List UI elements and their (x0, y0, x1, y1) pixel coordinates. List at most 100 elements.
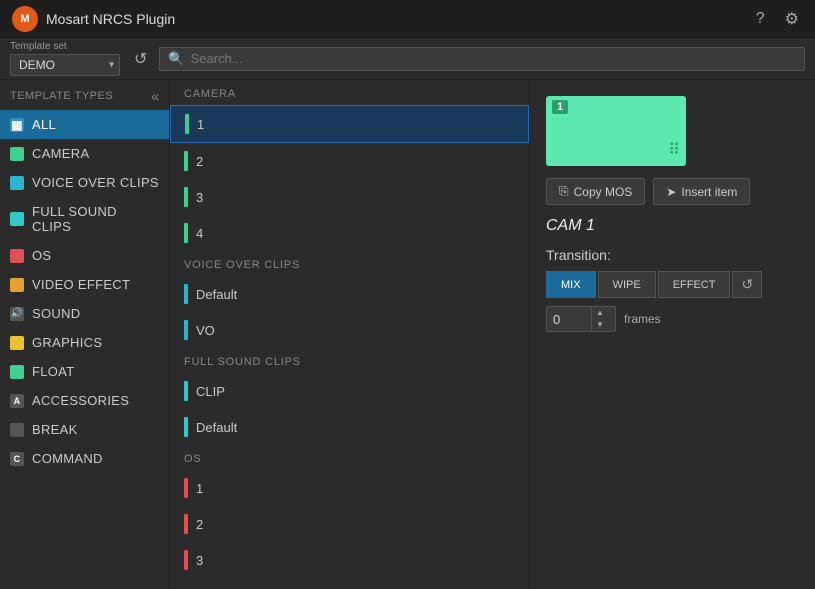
frames-input[interactable]: 0 (547, 309, 591, 330)
sidebar-color-dot (10, 147, 24, 161)
demo-select-wrapper: DEMO ▾ (10, 54, 120, 76)
refresh-button[interactable]: ↺ (130, 45, 151, 73)
preview-grid-icon: ⠿ (668, 140, 680, 160)
sidebar-collapse-button[interactable]: « (151, 88, 159, 104)
sidebar-color-dot: ▦ (10, 118, 24, 132)
title-bar: M Mosart NRCS Plugin ? ⚙ (0, 0, 815, 38)
category-header-full_sound_clips: FULL SOUND CLIPS (170, 348, 529, 373)
sidebar-color-dot (10, 423, 24, 437)
template-color-bar (184, 187, 188, 207)
sidebar-color-dot (10, 212, 24, 226)
help-button[interactable]: ? (752, 5, 769, 33)
transition-buttons: MIX WIPE EFFECT ↺ (546, 271, 799, 298)
title-bar-left: M Mosart NRCS Plugin (12, 6, 175, 32)
template-item[interactable]: 2 (170, 143, 529, 179)
template-item[interactable]: Default (170, 276, 529, 312)
template-item-label: 2 (196, 517, 203, 532)
sidebar-item-accessories[interactable]: AACCESSORIES (0, 386, 169, 415)
category-header-os: OS (170, 445, 529, 470)
search-input[interactable] (191, 51, 796, 66)
search-container: 🔍 (159, 47, 805, 71)
template-set-label: Template set (10, 41, 120, 52)
template-item[interactable]: 4 (170, 215, 529, 251)
template-color-bar (184, 284, 188, 304)
frames-down-button[interactable]: ▼ (592, 319, 608, 331)
sidebar-item-float[interactable]: FLOAT (0, 357, 169, 386)
sidebar-item-voice_over_clips[interactable]: VOICE OVER CLIPS (0, 168, 169, 197)
template-color-bar (184, 320, 188, 340)
preview-card: 1 ⠿ (546, 96, 686, 166)
template-item-label: 1 (196, 481, 203, 496)
toolbar: Template set DEMO ▾ ↺ 🔍 (0, 38, 815, 80)
frames-row: 0 ▲ ▼ frames (546, 306, 799, 332)
template-color-bar (184, 381, 188, 401)
copy-mos-label: Copy MOS (574, 185, 633, 199)
sidebar-item-graphics[interactable]: GRAPHICS (0, 328, 169, 357)
template-item[interactable]: Default (170, 409, 529, 445)
template-item[interactable]: 1 (170, 105, 529, 143)
frames-unit: frames (624, 312, 661, 326)
template-item-label: VO (196, 323, 215, 338)
sidebar-title: Template Types (10, 90, 113, 102)
transition-section: Transition: MIX WIPE EFFECT ↺ 0 ▲ ▼ fram… (546, 247, 799, 332)
transition-wipe-button[interactable]: WIPE (598, 271, 656, 298)
transition-mix-button[interactable]: MIX (546, 271, 596, 298)
template-item[interactable]: CLIP (170, 373, 529, 409)
sidebar-color-dot: 🔊 (10, 307, 24, 321)
template-item-label: CLIP (196, 384, 225, 399)
sidebar-item-label: COMMAND (32, 451, 103, 466)
template-color-bar (184, 514, 188, 534)
template-color-bar (184, 151, 188, 171)
template-item-label: 2 (196, 154, 203, 169)
template-item-label: Default (196, 420, 237, 435)
template-color-bar (184, 223, 188, 243)
settings-button[interactable]: ⚙ (781, 5, 803, 33)
sidebar-item-command[interactable]: C COMMAND (0, 444, 169, 473)
right-panel: 1 ⠿ ⎘ Copy MOS ➤ Insert item CAM 1 Trans… (530, 80, 815, 589)
action-buttons: ⎘ Copy MOS ➤ Insert item (546, 178, 799, 205)
app-title: Mosart NRCS Plugin (46, 11, 175, 27)
transition-effect-button[interactable]: EFFECT (658, 271, 731, 298)
template-item[interactable]: 3 (170, 179, 529, 215)
template-set-select[interactable]: DEMO (10, 54, 120, 76)
frames-up-button[interactable]: ▲ (592, 307, 608, 319)
sidebar-header: Template Types « (0, 80, 169, 110)
sidebar-item-break[interactable]: BREAK (0, 415, 169, 444)
insert-item-button[interactable]: ➤ Insert item (653, 178, 750, 205)
sidebar-item-video_effect[interactable]: VIDEO EFFECT (0, 270, 169, 299)
copy-icon: ⎘ (559, 184, 569, 199)
template-item[interactable]: 1 (170, 470, 529, 506)
copy-mos-button[interactable]: ⎘ Copy MOS (546, 178, 645, 205)
sidebar-item-label: VOICE OVER CLIPS (32, 175, 159, 190)
sidebar-item-os[interactable]: OS (0, 241, 169, 270)
sidebar-item-all[interactable]: ▦ALL (0, 110, 169, 139)
transition-refresh-button[interactable]: ↺ (732, 271, 762, 298)
template-item-label: 3 (196, 553, 203, 568)
sidebar-color-dot (10, 365, 24, 379)
sidebar-item-label: FULL SOUND CLIPS (32, 204, 159, 234)
template-item-label: 4 (196, 226, 203, 241)
sidebar-item-label: OS (32, 248, 51, 263)
sidebar-item-label: CAMERA (32, 146, 89, 161)
template-item[interactable]: VO (170, 312, 529, 348)
insert-item-label: Insert item (681, 185, 737, 199)
sidebar-item-camera[interactable]: CAMERA (0, 139, 169, 168)
item-name: CAM 1 (546, 217, 799, 235)
sidebar-item-full_sound_clips[interactable]: FULL SOUND CLIPS (0, 197, 169, 241)
sidebar: Template Types « ▦ALL CAMERA VOICE OVER CL… (0, 80, 170, 589)
template-item[interactable]: 3 (170, 542, 529, 578)
template-color-bar (185, 114, 189, 134)
preview-number: 1 (552, 100, 568, 114)
sidebar-color-dot: C (10, 452, 24, 466)
sidebar-item-sound[interactable]: 🔊 SOUND (0, 299, 169, 328)
insert-icon: ➤ (666, 185, 676, 199)
sidebar-color-dot (10, 249, 24, 263)
transition-label: Transition: (546, 247, 799, 263)
app-logo: M (12, 6, 38, 32)
template-color-bar (184, 478, 188, 498)
template-item-label: Default (196, 287, 237, 302)
sidebar-item-label: SOUND (32, 306, 80, 321)
category-header-camera: CAMERA (170, 80, 529, 105)
sidebar-item-label: BREAK (32, 422, 78, 437)
template-item[interactable]: 2 (170, 506, 529, 542)
